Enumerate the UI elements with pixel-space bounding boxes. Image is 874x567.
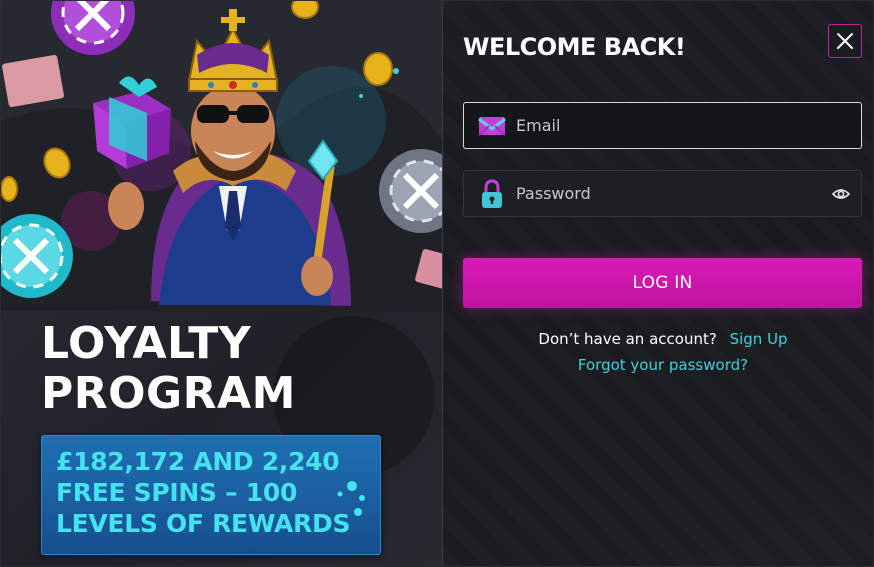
promo-title-line-1: LOYALTY — [41, 318, 252, 369]
email-input[interactable] — [516, 116, 861, 135]
welcome-heading: WELCOME BACK! — [463, 33, 686, 61]
signup-prompt: Don’t have an account? Sign Up — [443, 330, 873, 348]
promo-offer-line-1: £182,172 AND 2,240 — [56, 447, 340, 476]
promo-offer-banner: £182,172 AND 2,240 FREE SPINS – 100 LEVE… — [41, 435, 381, 555]
signup-link[interactable]: Sign Up — [730, 330, 788, 348]
show-password-toggle[interactable] — [821, 174, 861, 214]
login-button[interactable]: LOG IN — [463, 258, 862, 308]
password-input[interactable] — [516, 184, 821, 203]
loyalty-promo-panel: LOYALTY PROGRAM £182,172 AND 2,240 FREE … — [1, 1, 443, 566]
paint-splash-icon — [337, 481, 365, 516]
promo-title: LOYALTY PROGRAM — [41, 319, 296, 419]
forgot-password-row: Forgot your password? — [443, 356, 873, 374]
forgot-password-link[interactable]: Forgot your password? — [578, 356, 748, 374]
eye-icon — [832, 188, 850, 199]
no-account-text: Don’t have an account? — [538, 330, 717, 348]
padlock-icon — [478, 178, 506, 208]
email-field[interactable] — [463, 102, 862, 149]
close-icon — [837, 33, 853, 49]
king-mascot-illustration — [1, 1, 442, 311]
promo-title-line-2: PROGRAM — [41, 368, 296, 419]
password-field[interactable] — [463, 170, 862, 217]
close-button[interactable] — [828, 24, 862, 58]
login-modal: LOYALTY PROGRAM £182,172 AND 2,240 FREE … — [0, 0, 874, 567]
envelope-icon — [478, 112, 506, 140]
login-form-panel: WELCOME BACK! Email LOG IN Don’t have an… — [443, 1, 873, 566]
